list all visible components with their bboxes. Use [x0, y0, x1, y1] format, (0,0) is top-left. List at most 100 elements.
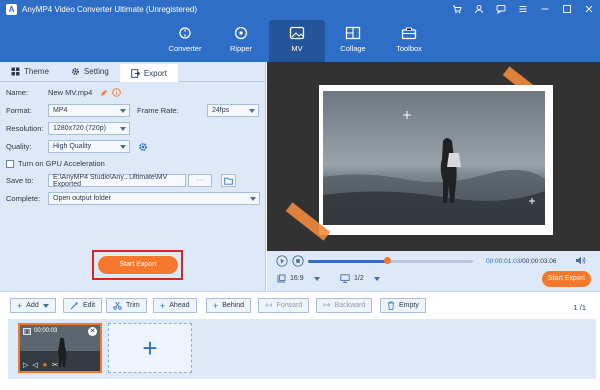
gear-icon[interactable] [138, 142, 148, 152]
resolution-label: Resolution: [6, 124, 44, 133]
trash-icon [387, 301, 395, 310]
total-time: /00:00:03.06 [520, 258, 557, 265]
user-icon[interactable] [474, 4, 484, 18]
nav-label: Collage [340, 44, 366, 53]
add-button[interactable]: + Add [10, 298, 56, 313]
page-indicator: 1 /1 [573, 303, 586, 312]
play-icon[interactable]: ▷ [23, 361, 28, 369]
info-icon[interactable] [112, 88, 122, 97]
nav-converter[interactable]: Converter [157, 20, 213, 62]
edit-button[interactable]: Edit [63, 298, 103, 313]
nav-toolbox[interactable]: Toolbox [381, 20, 437, 62]
start-export-button-secondary[interactable]: Start Export [542, 271, 591, 287]
chevron-down-icon [373, 276, 380, 281]
save-row: Save to: E:\AnyMP4 Studio\Any...Ultimate… [6, 173, 236, 188]
progress-bar[interactable] [308, 257, 473, 264]
timeline-toolbar: + Add Edit Trim + Ahead + Behind ↤ Forwa… [0, 291, 600, 317]
add-label: Add [26, 302, 39, 309]
save-path-field[interactable]: E:\AnyMP4 Studio\Any...Ultimate\MV Expor… [48, 173, 186, 188]
behind-button[interactable]: + Behind [206, 298, 252, 313]
ripper-icon [234, 26, 248, 40]
ahead-label: Ahead [169, 302, 190, 309]
quality-select[interactable]: High Quality [48, 140, 130, 153]
panel-tabs: Theme Setting Export [0, 62, 265, 82]
clip-thumbnail[interactable]: 00:00:03 ✕ ▷ ◁ ★ ✂ [18, 323, 102, 373]
gear-icon [72, 68, 79, 75]
window-controls [452, 4, 594, 18]
chevron-down-icon [120, 109, 126, 113]
clip-duration: 00:00:03 [34, 328, 58, 334]
tab-label: Theme [24, 67, 49, 76]
plus-icon: + [142, 332, 158, 363]
chevron-down-icon [120, 127, 126, 131]
backward-button[interactable]: ↦ Backward [316, 298, 373, 313]
name-label: Name: [6, 88, 29, 97]
pencil-icon[interactable] [100, 89, 108, 97]
chat-icon[interactable] [496, 4, 506, 18]
folder-icon [224, 177, 233, 185]
save-label: Save to: [6, 176, 34, 185]
resolution-select[interactable]: 1280x720 (720p) [48, 122, 130, 135]
close-icon[interactable]: ✕ [88, 327, 97, 336]
gpu-checkbox[interactable] [6, 159, 14, 168]
add-clip-slot[interactable]: + [108, 323, 192, 373]
forward-button[interactable]: ↤ Forward [258, 298, 310, 313]
complete-label: Complete: [6, 194, 41, 203]
chevron-down-icon [313, 276, 320, 281]
aspect-ratio-icon [277, 274, 286, 283]
nav-collage[interactable]: Collage [325, 20, 381, 62]
frame-rate-select[interactable]: 24fps [207, 104, 259, 117]
maximize-icon[interactable] [562, 4, 572, 18]
collage-icon [345, 26, 361, 40]
tab-label: Setting [83, 67, 109, 76]
window-title: AnyMP4 Video Converter Ultimate (Unregis… [22, 5, 198, 14]
close-icon[interactable] [584, 4, 594, 18]
tab-export[interactable]: Export [119, 64, 178, 82]
export-icon [131, 68, 140, 78]
menu-icon[interactable] [518, 4, 528, 18]
clip-controls: ▷ ◁ ★ ✂ [23, 361, 58, 369]
nav-mv[interactable]: MV [269, 20, 325, 62]
plus-icon: + [17, 300, 23, 311]
open-folder-button[interactable] [221, 174, 236, 187]
toolbox-icon [401, 27, 417, 40]
start-export-button[interactable]: Start Export [98, 256, 178, 274]
browse-button[interactable]: ··· [188, 174, 212, 187]
stop-icon[interactable] [292, 255, 304, 267]
tab-theme[interactable]: Theme [0, 62, 60, 81]
save-path-value: E:\AnyMP4 Studio\Any...Ultimate\MV Expor… [53, 173, 168, 188]
empty-label: Empty [399, 302, 419, 309]
clip-track: 00:00:03 ✕ ▷ ◁ ★ ✂ + [8, 319, 596, 379]
frame-rate-label: Frame Rate: [137, 106, 179, 115]
complete-select[interactable]: Open output folder [48, 192, 260, 205]
volume-icon[interactable] [575, 255, 586, 266]
trim-button[interactable]: Trim [106, 298, 147, 313]
quality-row: Quality: High Quality [6, 140, 148, 153]
tab-setting[interactable]: Setting [60, 62, 120, 81]
nav-ripper[interactable]: Ripper [213, 20, 269, 62]
player-controls: 00:00:01.03/00:00:03.06 16:9 1/2 Start E… [267, 251, 600, 291]
effect-icon[interactable]: ★ [42, 361, 48, 369]
volume-icon[interactable]: ◁ [32, 361, 37, 369]
zoom-select[interactable]: 1/2 [340, 274, 380, 283]
app-title: A AnyMP4 Video Converter Ultimate (Unreg… [6, 4, 197, 15]
gpu-row: Turn on GPU Acceleration [6, 159, 105, 168]
plus-icon: + [160, 300, 166, 311]
scissors-icon[interactable]: ✂ [52, 361, 58, 369]
progress-handle[interactable] [384, 257, 392, 264]
time-readout: 00:00:01.03/00:00:03.06 [486, 258, 557, 265]
complete-row: Complete: Open output folder [6, 192, 260, 205]
empty-button[interactable]: Empty [380, 298, 426, 313]
name-row: Name: New MV.mp4 [6, 88, 122, 97]
nav-label: Toolbox [396, 44, 422, 53]
ahead-button[interactable]: + Ahead [153, 298, 197, 313]
cart-icon[interactable] [452, 4, 462, 18]
title-bar: A AnyMP4 Video Converter Ultimate (Unreg… [0, 0, 600, 62]
monitor-icon [340, 274, 350, 283]
aspect-ratio-select[interactable]: 16:9 [277, 274, 320, 283]
minimize-icon[interactable] [540, 4, 550, 18]
complete-value: Open output folder [53, 195, 111, 202]
resolution-value: 1280x720 (720p) [53, 125, 106, 132]
format-select[interactable]: MP4 [48, 104, 130, 117]
play-icon[interactable] [276, 255, 288, 267]
